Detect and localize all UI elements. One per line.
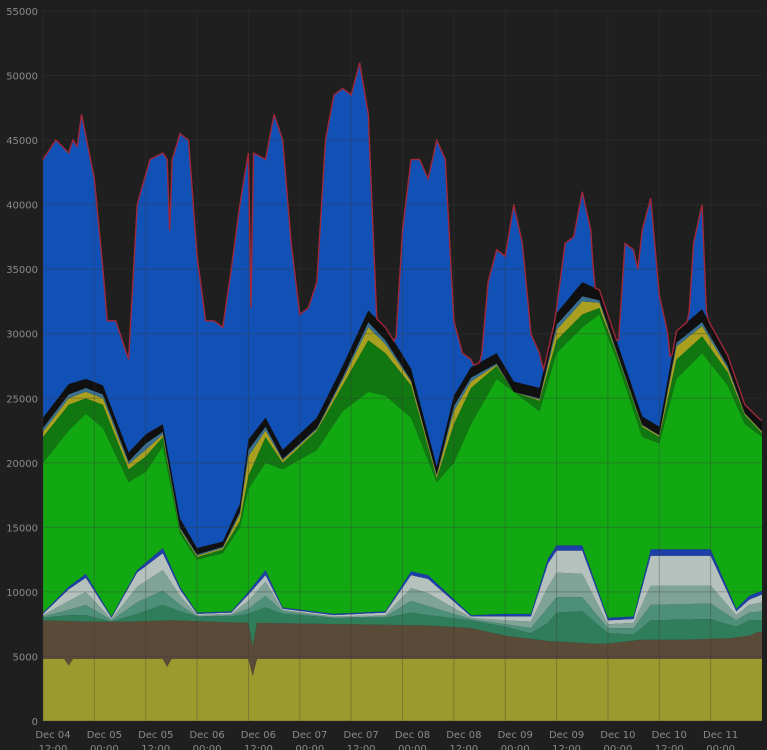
y-tick-label: 35000 <box>6 265 38 276</box>
y-tick-label: 40000 <box>6 201 38 212</box>
y-tick-label: 55000 <box>6 7 38 18</box>
x-tick-label-date: Dec 08 <box>395 730 430 741</box>
x-tick-label-date: Dec 06 <box>189 730 224 741</box>
x-tick-label-date: Dec 07 <box>344 730 379 741</box>
x-tick-label-date: Dec 06 <box>241 730 276 741</box>
x-tick-label-date: Dec 05 <box>138 730 173 741</box>
x-tick-label-time: 00:00 <box>90 744 119 750</box>
x-tick-label-time: 00:00 <box>706 744 735 750</box>
x-tick-label-time: 00:00 <box>604 744 633 750</box>
y-tick-label: 50000 <box>6 72 38 83</box>
x-tick-label-date: Dec 11 <box>703 730 738 741</box>
y-tick-label: 30000 <box>6 330 38 341</box>
x-tick-label-time: 00:00 <box>501 744 530 750</box>
y-tick-label: 25000 <box>6 394 38 405</box>
x-tick-label-date: Dec 09 <box>498 730 533 741</box>
x-tick-label-date: Dec 08 <box>446 730 481 741</box>
x-tick-label-time: 12:00 <box>39 744 68 750</box>
x-tick-label-time: 12:00 <box>449 744 478 750</box>
stacked-area-chart: 0 5000 10000 15000 20000 25000 30000 35000 40000… <box>0 0 767 750</box>
x-tick-label-date: Dec 10 <box>600 730 635 741</box>
y-tick-label: 5000 <box>13 652 38 663</box>
x-tick-label-date: Dec 05 <box>87 730 122 741</box>
x-tick-label-time: 00:00 <box>193 744 222 750</box>
x-tick-label-time: 12:00 <box>347 744 376 750</box>
x-tick-label-time: 12:00 <box>141 744 170 750</box>
chart-canvas: 0 5000 10000 15000 20000 25000 30000 35000 40000… <box>0 0 767 750</box>
x-tick-label-date: Dec 10 <box>652 730 687 741</box>
x-tick-label-time: 00:00 <box>295 744 324 750</box>
y-tick-label: 45000 <box>6 136 38 147</box>
y-tick-label: 20000 <box>6 459 38 470</box>
y-tick-label: 15000 <box>6 523 38 534</box>
x-tick-label-date: Dec 09 <box>549 730 584 741</box>
x-tick-label-time: 12:00 <box>552 744 581 750</box>
x-tick-label-time: 12:00 <box>244 744 273 750</box>
x-tick-label-date: Dec 07 <box>292 730 327 741</box>
y-tick-label: 10000 <box>6 588 38 599</box>
x-tick-label-time: 12:00 <box>655 744 684 750</box>
x-tick-label-time: 00:00 <box>398 744 427 750</box>
y-tick-label: 0 <box>32 717 38 728</box>
x-tick-label-date: Dec 04 <box>35 730 70 741</box>
